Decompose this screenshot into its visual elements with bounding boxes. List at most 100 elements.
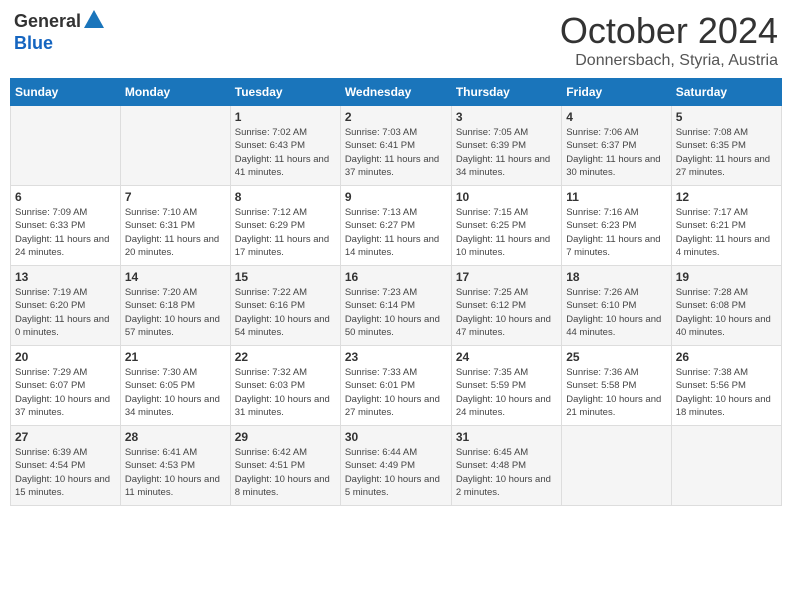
day-info: Sunrise: 7:08 AMSunset: 6:35 PMDaylight:… xyxy=(676,126,777,179)
calendar-cell: 21 Sunrise: 7:30 AMSunset: 6:05 PMDayligh… xyxy=(120,346,230,426)
calendar-week-row: 13 Sunrise: 7:19 AMSunset: 6:20 PMDayligh… xyxy=(11,266,782,346)
calendar-cell: 13 Sunrise: 7:19 AMSunset: 6:20 PMDayligh… xyxy=(11,266,121,346)
calendar-week-row: 20Sunrise: 7:29 AMSunset: 6:07 PMDayligh… xyxy=(11,346,782,426)
calendar-cell xyxy=(671,426,781,506)
day-number: 18 xyxy=(566,270,666,284)
day-info: Sunrise: 7:09 AMSunset: 6:33 PMDaylight:… xyxy=(15,206,116,259)
calendar-cell: 26 Sunrise: 7:38 AMSunset: 5:56 PMDayligh… xyxy=(671,346,781,426)
day-number: 15 xyxy=(235,270,336,284)
calendar-table: SundayMondayTuesdayWednesdayThursdayFrid… xyxy=(10,78,782,506)
day-info: Sunrise: 6:44 AMSunset: 4:49 PMDaylight:… xyxy=(345,446,447,499)
day-number: 23 xyxy=(345,350,447,364)
day-number: 19 xyxy=(676,270,777,284)
day-info: Sunrise: 7:17 AMSunset: 6:21 PMDaylight:… xyxy=(676,206,777,259)
calendar-cell: 14 Sunrise: 7:20 AMSunset: 6:18 PMDayligh… xyxy=(120,266,230,346)
day-info: Sunrise: 7:05 AMSunset: 6:39 PMDaylight:… xyxy=(456,126,557,179)
day-info: Sunrise: 7:03 AMSunset: 6:41 PMDaylight:… xyxy=(345,126,447,179)
calendar-week-row: 6 Sunrise: 7:09 AMSunset: 6:33 PMDaylight… xyxy=(11,186,782,266)
calendar-cell: 20Sunrise: 7:29 AMSunset: 6:07 PMDayligh… xyxy=(11,346,121,426)
calendar-day-header: Thursday xyxy=(451,79,561,106)
day-number: 9 xyxy=(345,190,447,204)
day-number: 28 xyxy=(125,430,226,444)
day-number: 30 xyxy=(345,430,447,444)
day-info: Sunrise: 7:28 AMSunset: 6:08 PMDaylight:… xyxy=(676,286,777,339)
calendar-cell: 2 Sunrise: 7:03 AMSunset: 6:41 PMDaylight… xyxy=(340,106,451,186)
day-number: 12 xyxy=(676,190,777,204)
day-info: Sunrise: 6:39 AMSunset: 4:54 PMDaylight:… xyxy=(15,446,116,499)
calendar-cell: 30 Sunrise: 6:44 AMSunset: 4:49 PMDayligh… xyxy=(340,426,451,506)
day-info: Sunrise: 7:38 AMSunset: 5:56 PMDaylight:… xyxy=(676,366,777,419)
calendar-cell: 3 Sunrise: 7:05 AMSunset: 6:39 PMDaylight… xyxy=(451,106,561,186)
day-number: 25 xyxy=(566,350,666,364)
day-number: 11 xyxy=(566,190,666,204)
day-number: 29 xyxy=(235,430,336,444)
day-number: 5 xyxy=(676,110,777,124)
day-number: 27 xyxy=(15,430,116,444)
calendar-cell: 5 Sunrise: 7:08 AMSunset: 6:35 PMDaylight… xyxy=(671,106,781,186)
calendar-cell: 25 Sunrise: 7:36 AMSunset: 5:58 PMDayligh… xyxy=(562,346,671,426)
calendar-cell: 27 Sunrise: 6:39 AMSunset: 4:54 PMDayligh… xyxy=(11,426,121,506)
calendar-cell: 6 Sunrise: 7:09 AMSunset: 6:33 PMDaylight… xyxy=(11,186,121,266)
day-info: Sunrise: 7:25 AMSunset: 6:12 PMDaylight:… xyxy=(456,286,557,339)
calendar-cell xyxy=(120,106,230,186)
day-info: Sunrise: 7:29 AMSunset: 6:07 PMDaylight:… xyxy=(15,366,116,419)
calendar-cell: 4Sunrise: 7:06 AMSunset: 6:37 PMDaylight… xyxy=(562,106,671,186)
day-number: 13 xyxy=(15,270,116,284)
day-info: Sunrise: 7:26 AMSunset: 6:10 PMDaylight:… xyxy=(566,286,666,339)
calendar-day-header: Saturday xyxy=(671,79,781,106)
calendar-week-row: 1Sunrise: 7:02 AMSunset: 6:43 PMDaylight… xyxy=(11,106,782,186)
day-info: Sunrise: 7:19 AMSunset: 6:20 PMDaylight:… xyxy=(15,286,116,339)
calendar-cell: 29 Sunrise: 6:42 AMSunset: 4:51 PMDayligh… xyxy=(230,426,340,506)
calendar-day-header: Friday xyxy=(562,79,671,106)
calendar-cell: 22Sunrise: 7:32 AMSunset: 6:03 PMDayligh… xyxy=(230,346,340,426)
calendar-week-row: 27 Sunrise: 6:39 AMSunset: 4:54 PMDayligh… xyxy=(11,426,782,506)
day-number: 6 xyxy=(15,190,116,204)
calendar-cell: 16Sunrise: 7:23 AMSunset: 6:14 PMDayligh… xyxy=(340,266,451,346)
calendar-cell: 1Sunrise: 7:02 AMSunset: 6:43 PMDaylight… xyxy=(230,106,340,186)
day-info: Sunrise: 7:15 AMSunset: 6:25 PMDaylight:… xyxy=(456,206,557,259)
calendar-cell: 12 Sunrise: 7:17 AMSunset: 6:21 PMDayligh… xyxy=(671,186,781,266)
day-info: Sunrise: 7:35 AMSunset: 5:59 PMDaylight:… xyxy=(456,366,557,419)
logo: General Blue xyxy=(14,10,104,54)
calendar-cell: 9 Sunrise: 7:13 AMSunset: 6:27 PMDaylight… xyxy=(340,186,451,266)
calendar-cell: 19 Sunrise: 7:28 AMSunset: 6:08 PMDayligh… xyxy=(671,266,781,346)
day-info: Sunrise: 6:42 AMSunset: 4:51 PMDaylight:… xyxy=(235,446,336,499)
day-info: Sunrise: 7:12 AMSunset: 6:29 PMDaylight:… xyxy=(235,206,336,259)
day-number: 31 xyxy=(456,430,557,444)
title-block: October 2024 Donnersbach, Styria, Austri… xyxy=(560,10,778,70)
day-number: 16 xyxy=(345,270,447,284)
calendar-cell: 8Sunrise: 7:12 AMSunset: 6:29 PMDaylight… xyxy=(230,186,340,266)
calendar-header-row: SundayMondayTuesdayWednesdayThursdayFrid… xyxy=(11,79,782,106)
day-info: Sunrise: 6:45 AMSunset: 4:48 PMDaylight:… xyxy=(456,446,557,499)
day-info: Sunrise: 7:10 AMSunset: 6:31 PMDaylight:… xyxy=(125,206,226,259)
calendar-cell: 28Sunrise: 6:41 AMSunset: 4:53 PMDayligh… xyxy=(120,426,230,506)
logo-general-text: General xyxy=(14,11,81,32)
day-info: Sunrise: 7:33 AMSunset: 6:01 PMDaylight:… xyxy=(345,366,447,419)
calendar-cell: 24Sunrise: 7:35 AMSunset: 5:59 PMDayligh… xyxy=(451,346,561,426)
calendar-day-header: Wednesday xyxy=(340,79,451,106)
day-info: Sunrise: 7:16 AMSunset: 6:23 PMDaylight:… xyxy=(566,206,666,259)
day-number: 17 xyxy=(456,270,557,284)
day-number: 1 xyxy=(235,110,336,124)
logo-blue-text: Blue xyxy=(14,33,53,54)
day-number: 14 xyxy=(125,270,226,284)
day-number: 21 xyxy=(125,350,226,364)
day-number: 4 xyxy=(566,110,666,124)
calendar-cell: 17 Sunrise: 7:25 AMSunset: 6:12 PMDayligh… xyxy=(451,266,561,346)
calendar-day-header: Monday xyxy=(120,79,230,106)
calendar-cell xyxy=(562,426,671,506)
calendar-cell: 11 Sunrise: 7:16 AMSunset: 6:23 PMDayligh… xyxy=(562,186,671,266)
day-number: 3 xyxy=(456,110,557,124)
day-number: 2 xyxy=(345,110,447,124)
calendar-cell: 7Sunrise: 7:10 AMSunset: 6:31 PMDaylight… xyxy=(120,186,230,266)
calendar-cell: 10Sunrise: 7:15 AMSunset: 6:25 PMDayligh… xyxy=(451,186,561,266)
month-title: October 2024 xyxy=(560,10,778,52)
day-info: Sunrise: 7:36 AMSunset: 5:58 PMDaylight:… xyxy=(566,366,666,419)
calendar-cell xyxy=(11,106,121,186)
day-number: 26 xyxy=(676,350,777,364)
day-info: Sunrise: 7:13 AMSunset: 6:27 PMDaylight:… xyxy=(345,206,447,259)
calendar-cell: 18 Sunrise: 7:26 AMSunset: 6:10 PMDayligh… xyxy=(562,266,671,346)
day-info: Sunrise: 7:20 AMSunset: 6:18 PMDaylight:… xyxy=(125,286,226,339)
day-info: Sunrise: 7:30 AMSunset: 6:05 PMDaylight:… xyxy=(125,366,226,419)
calendar-cell: 15Sunrise: 7:22 AMSunset: 6:16 PMDayligh… xyxy=(230,266,340,346)
